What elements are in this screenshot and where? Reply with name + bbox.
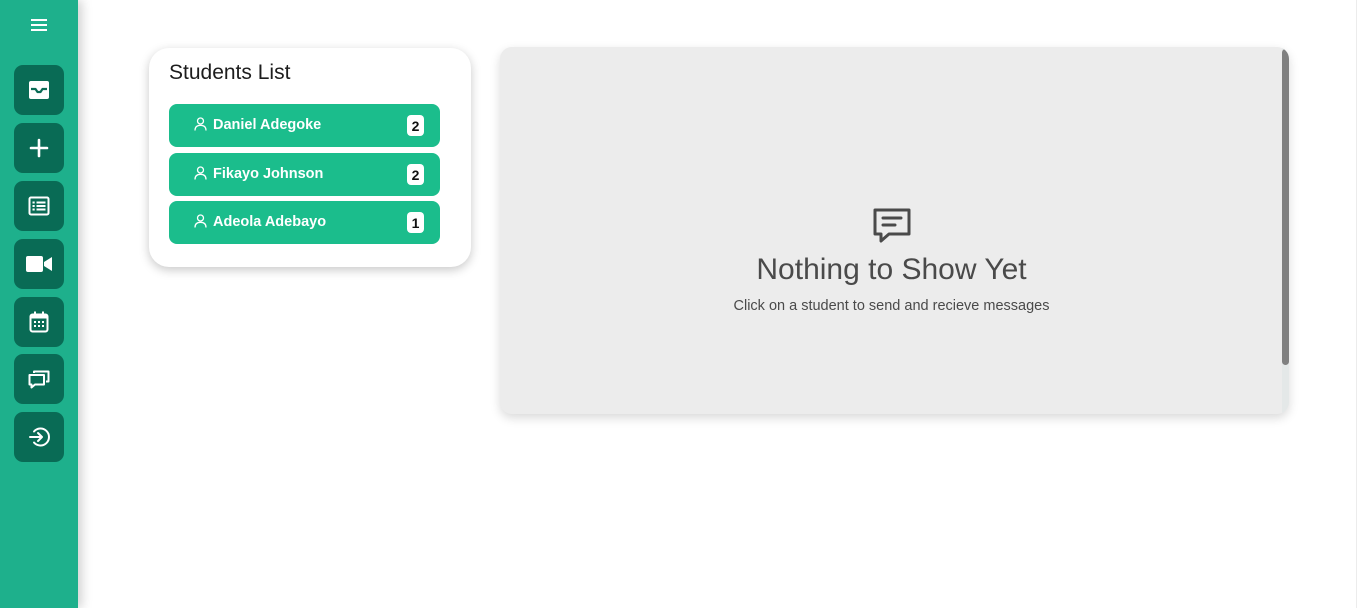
user-icon bbox=[194, 166, 207, 180]
empty-state-subtitle: Click on a student to send and recieve m… bbox=[733, 298, 1050, 314]
unread-count-badge: 1 bbox=[407, 212, 424, 233]
student-name: Fikayo Johnson bbox=[213, 166, 324, 182]
nav-calendar-button[interactable] bbox=[14, 297, 64, 347]
user-icon bbox=[194, 214, 207, 228]
messages-panel: Nothing to Show Yet Click on a student t… bbox=[500, 47, 1289, 414]
student-name: Adeola Adebayo bbox=[213, 214, 327, 230]
hamburger-menu-icon[interactable] bbox=[26, 12, 52, 38]
students-list-title: Students List bbox=[169, 61, 291, 84]
panel-scrollbar[interactable] bbox=[1282, 47, 1289, 414]
nav-logout-button[interactable] bbox=[14, 412, 64, 462]
list-icon bbox=[28, 196, 50, 216]
page-scrollbar[interactable] bbox=[1356, 0, 1366, 608]
students-list-card: Students List Daniel Adegoke 2 Fikayo Jo… bbox=[149, 48, 471, 267]
logout-icon bbox=[29, 427, 50, 447]
nav-video-button[interactable] bbox=[14, 239, 64, 289]
user-icon bbox=[194, 117, 207, 131]
inbox-icon bbox=[29, 81, 49, 99]
video-camera-icon bbox=[26, 256, 52, 272]
student-name: Daniel Adegoke bbox=[213, 117, 322, 133]
plus-icon bbox=[29, 138, 49, 158]
student-item[interactable]: Daniel Adegoke 2 bbox=[169, 104, 440, 147]
student-item[interactable]: Adeola Adebayo 1 bbox=[169, 201, 440, 244]
nav-chat-button[interactable] bbox=[14, 354, 64, 404]
calendar-icon bbox=[29, 311, 49, 333]
nav-inbox-button[interactable] bbox=[14, 65, 64, 115]
message-square-icon bbox=[873, 208, 911, 243]
student-item[interactable]: Fikayo Johnson 2 bbox=[169, 153, 440, 196]
unread-count-badge: 2 bbox=[407, 164, 424, 185]
chat-bubbles-icon bbox=[28, 370, 50, 389]
sidebar bbox=[0, 0, 78, 608]
empty-state-title: Nothing to Show Yet bbox=[756, 253, 1027, 286]
nav-list-button[interactable] bbox=[14, 181, 64, 231]
nav-add-button[interactable] bbox=[14, 123, 64, 173]
panel-scroll-thumb[interactable] bbox=[1282, 49, 1289, 365]
unread-count-badge: 2 bbox=[407, 115, 424, 136]
